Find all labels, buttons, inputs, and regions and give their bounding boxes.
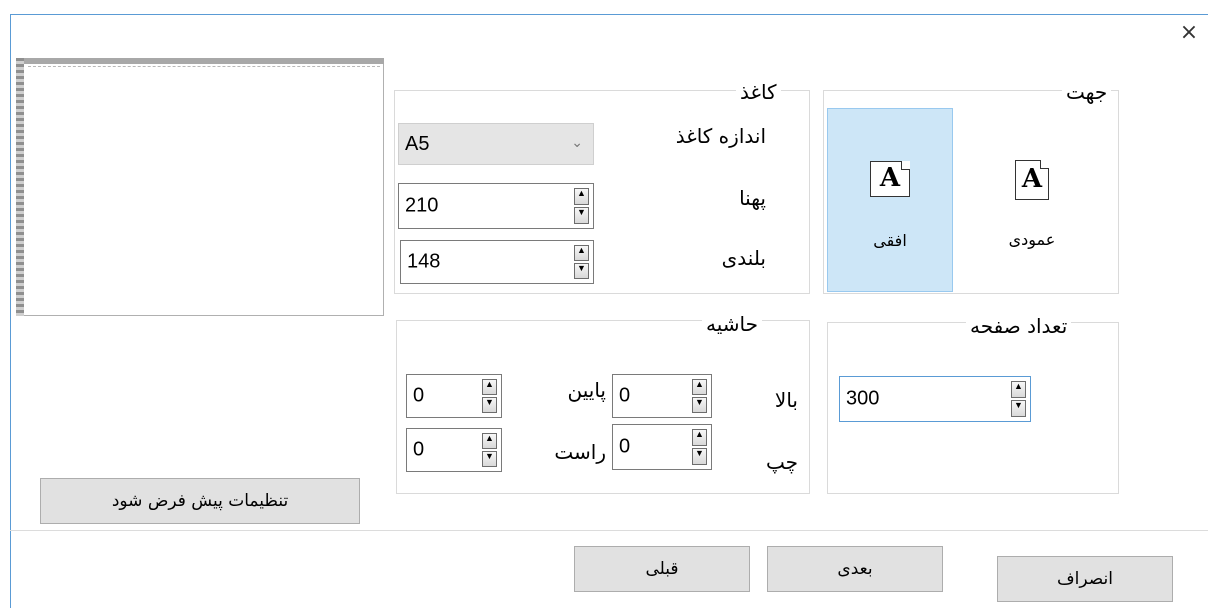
portrait-option[interactable]: A عمودی (957, 108, 1107, 292)
window-border-left (10, 14, 11, 608)
margin-right-down-button[interactable]: ▼ (482, 451, 497, 467)
portrait-page-icon: A (1015, 160, 1049, 200)
paper-size-select[interactable]: A5 ⌄ (398, 123, 594, 165)
margin-bottom-down-button[interactable]: ▼ (482, 397, 497, 413)
margin-left-value: 0 (619, 435, 631, 458)
height-stepper[interactable]: 148 ▲ ▼ (400, 240, 594, 284)
width-value: 210 (405, 194, 439, 217)
width-up-button[interactable]: ▲ (574, 188, 589, 205)
reset-defaults-button[interactable]: تنظیمات پیش فرض شود (40, 478, 360, 524)
margin-left-down-button[interactable]: ▼ (692, 448, 707, 465)
margin-left-stepper[interactable]: 0 ▲ ▼ (612, 424, 712, 470)
margin-bottom-up-button[interactable]: ▲ (482, 379, 497, 395)
window-border-top (10, 14, 1208, 15)
paper-size-label: اندازه کاغذ (675, 124, 766, 148)
preview-left-edge (16, 58, 24, 316)
height-label: بلندی (721, 246, 766, 270)
landscape-option[interactable]: A افقی (827, 108, 953, 292)
next-button[interactable]: بعدی (767, 546, 943, 592)
height-value: 148 (407, 250, 441, 273)
margin-top-down-button[interactable]: ▼ (692, 397, 707, 413)
page-count-down-button[interactable]: ▼ (1011, 400, 1026, 417)
landscape-label: افقی (873, 231, 907, 250)
margin-top-up-button[interactable]: ▲ (692, 379, 707, 395)
preview-top-edge (16, 58, 384, 64)
portrait-label: عمودی (1008, 230, 1056, 249)
page-preview (16, 58, 384, 316)
preview-margin-line (28, 66, 380, 67)
previous-button[interactable]: قبلی (574, 546, 750, 592)
page-count-legend: تعداد صفحه (966, 314, 1072, 338)
height-down-button[interactable]: ▼ (574, 263, 589, 279)
margin-bottom-value: 0 (413, 384, 425, 407)
width-label: پهنا (739, 186, 766, 210)
landscape-page-icon: A (870, 161, 910, 197)
margin-right-label: راست (554, 440, 606, 464)
paper-size-value: A5 (405, 132, 430, 155)
margin-left-label: چپ (765, 450, 798, 474)
margin-right-up-button[interactable]: ▲ (482, 433, 497, 449)
margin-top-label: بالا (774, 388, 798, 412)
footer-separator (10, 530, 1208, 531)
orientation-legend: جهت (1062, 80, 1112, 104)
height-up-button[interactable]: ▲ (574, 245, 589, 261)
margin-bottom-label: پایین (567, 378, 607, 402)
width-down-button[interactable]: ▼ (574, 207, 589, 224)
margin-top-stepper[interactable]: 0 ▲ ▼ (612, 374, 712, 418)
page-count-up-button[interactable]: ▲ (1011, 381, 1026, 398)
page-count-stepper[interactable]: 300 ▲ ▼ (839, 376, 1031, 422)
margin-left-up-button[interactable]: ▲ (692, 429, 707, 446)
close-icon[interactable]: × (1178, 22, 1200, 44)
margin-right-stepper[interactable]: 0 ▲ ▼ (406, 428, 502, 472)
margins-legend: حاشیه (702, 312, 762, 336)
margin-top-value: 0 (619, 384, 631, 407)
paper-legend: کاغذ (736, 80, 781, 104)
chevron-down-icon: ⌄ (571, 134, 583, 150)
width-stepper[interactable]: 210 ▲ ▼ (398, 183, 594, 229)
margin-bottom-stepper[interactable]: 0 ▲ ▼ (406, 374, 502, 418)
margin-right-value: 0 (413, 438, 425, 461)
cancel-button[interactable]: انصراف (997, 556, 1173, 602)
page-count-value: 300 (846, 387, 880, 410)
